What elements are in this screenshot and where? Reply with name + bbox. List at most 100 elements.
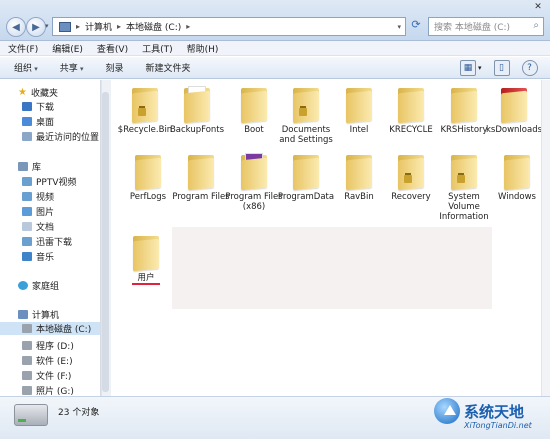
chevron-right-icon: ▸	[117, 22, 122, 31]
folder-icon	[291, 153, 321, 191]
view-options-icon[interactable]: ▦	[460, 60, 476, 76]
folder-windows[interactable]: Windows	[487, 153, 547, 202]
view-dropdown-icon[interactable]: ▾	[478, 64, 482, 72]
file-label: Recovery	[391, 192, 431, 202]
watermark-logo: 系统天地 XiTongTianDi.net	[430, 396, 550, 438]
chevron-right-icon: ▸	[76, 22, 81, 31]
folder-documents-and-settings[interactable]: Documents and Settings	[276, 86, 336, 145]
music-icon	[22, 252, 32, 261]
folder-recovery[interactable]: Recovery	[381, 153, 441, 202]
preview-pane-icon[interactable]: ▯	[493, 60, 510, 76]
folder-icon	[130, 86, 160, 124]
watermark-url: XiTongTianDi.net	[464, 421, 532, 430]
folder-icon	[239, 153, 269, 191]
folder-icon	[499, 86, 529, 124]
breadcrumb-computer[interactable]: 计算机	[85, 20, 112, 33]
folder-programdata[interactable]: ProgramData	[276, 153, 336, 202]
nav-item-drive-d[interactable]: 程序 (D:)	[22, 339, 74, 352]
drive-icon	[22, 341, 32, 350]
menu-edit[interactable]: 编辑(E)	[52, 42, 83, 55]
nav-item-pptv[interactable]: PPTV视频	[22, 175, 77, 188]
folder-icon	[131, 234, 161, 272]
nav-item-drive-c[interactable]: 本地磁盘 (C:)	[0, 322, 100, 335]
file-label: 用户	[137, 273, 155, 283]
history-dropdown-icon[interactable]: ▾	[45, 22, 49, 30]
new-folder-button[interactable]: 新建文件夹	[146, 61, 191, 74]
logo-icon	[434, 398, 460, 424]
organize-button[interactable]: 组织	[14, 61, 38, 74]
share-button[interactable]: 共享	[60, 61, 84, 74]
chevron-right-icon: ▸	[186, 22, 191, 31]
breadcrumb-drive-c[interactable]: 本地磁盘 (C:)	[126, 20, 181, 33]
file-label: Program Files	[172, 192, 230, 202]
nav-item-videos[interactable]: 视频	[22, 190, 54, 203]
nav-item-downloads[interactable]: 下载	[22, 100, 54, 113]
nav-item-documents[interactable]: 文档	[22, 220, 54, 233]
address-field[interactable]: ▸ 计算机 ▸ 本地磁盘 (C:) ▸ ▾	[52, 17, 406, 36]
refresh-icon[interactable]: ⟳	[408, 18, 424, 35]
computer-icon	[59, 21, 71, 32]
content-scrollbar[interactable]	[541, 80, 550, 396]
file-label: RavBin	[344, 192, 374, 202]
folder-users[interactable]: 用户	[116, 234, 176, 283]
folder-icon	[344, 86, 374, 124]
search-input[interactable]: 搜索 本地磁盘 (C:) ⌕	[428, 17, 544, 36]
drive-icon	[22, 386, 32, 395]
nav-homegroup[interactable]: 家庭组	[18, 279, 59, 292]
help-icon[interactable]: ?	[521, 60, 538, 76]
folder-program-files[interactable]: Program Files	[171, 153, 231, 202]
forward-button[interactable]: ▶	[26, 17, 46, 37]
folder-icon	[291, 86, 321, 124]
burn-button[interactable]: 刻录	[106, 61, 124, 74]
folder-icon	[502, 153, 532, 191]
menu-tools[interactable]: 工具(T)	[142, 42, 173, 55]
nav-computer[interactable]: 计算机	[18, 308, 59, 321]
folder-program-files-x86[interactable]: Program Files (x86)	[224, 153, 284, 212]
nav-libraries[interactable]: 库	[18, 160, 41, 173]
nav-item-music[interactable]: 音乐	[22, 250, 54, 263]
nav-item-thunder[interactable]: 迅雷下载	[22, 235, 72, 248]
folder-icon	[182, 86, 212, 124]
download-folder-icon	[22, 237, 32, 246]
close-icon[interactable]: ✕	[530, 2, 546, 14]
file-label: System Volume Information	[439, 192, 489, 222]
folder-system-volume-information[interactable]: System Volume Information	[434, 153, 494, 222]
file-label: BackupFonts	[169, 125, 225, 135]
file-label: KRECYCLE	[389, 125, 433, 135]
folder-recycle-bin[interactable]: $Recycle.Bin	[115, 86, 175, 135]
nav-item-recent[interactable]: 最近访问的位置	[22, 130, 99, 143]
folder-backupfonts[interactable]: BackupFonts	[167, 86, 227, 135]
nav-item-desktop[interactable]: 桌面	[22, 115, 54, 128]
folder-icon	[239, 86, 269, 124]
file-label: Windows	[498, 192, 536, 202]
search-placeholder: 搜索 本地磁盘 (C:)	[434, 23, 511, 33]
nav-favorites[interactable]: ★ 收藏夹	[18, 86, 58, 99]
menu-view[interactable]: 查看(V)	[97, 42, 128, 55]
drive-icon	[22, 371, 32, 380]
nav-scroll-thumb[interactable]	[102, 92, 109, 392]
back-button[interactable]: ◀	[6, 17, 26, 37]
folder-ravbin[interactable]: RavBin	[329, 153, 389, 202]
folder-ksdownloads[interactable]: ksDownloads	[484, 86, 544, 135]
folder-intel[interactable]: Intel	[329, 86, 389, 135]
address-dropdown-icon[interactable]: ▾	[397, 23, 401, 31]
folder-icon	[396, 153, 426, 191]
watermark-name: 系统天地	[464, 403, 525, 421]
folder-krecycle[interactable]: KRECYCLE	[381, 86, 441, 135]
desktop-icon	[22, 117, 32, 126]
folder-boot[interactable]: Boot	[224, 86, 284, 135]
video-icon	[22, 192, 32, 201]
menu-file[interactable]: 文件(F)	[8, 42, 38, 55]
file-label: Program Files (x86)	[225, 192, 283, 212]
menu-bar: 文件(F) 编辑(E) 查看(V) 工具(T) 帮助(H)	[0, 41, 550, 56]
folder-perflogs[interactable]: PerfLogs	[118, 153, 178, 202]
drive-icon	[14, 404, 48, 426]
nav-item-drive-f[interactable]: 文件 (F:)	[22, 369, 71, 382]
menu-help[interactable]: 帮助(H)	[187, 42, 219, 55]
file-label: $Recycle.Bin	[117, 125, 173, 135]
nav-item-drive-e[interactable]: 软件 (E:)	[22, 354, 73, 367]
search-icon[interactable]: ⌕	[533, 20, 539, 31]
drive-icon	[22, 324, 32, 333]
nav-item-pictures[interactable]: 图片	[22, 205, 54, 218]
object-count: 23 个对象	[58, 408, 100, 418]
